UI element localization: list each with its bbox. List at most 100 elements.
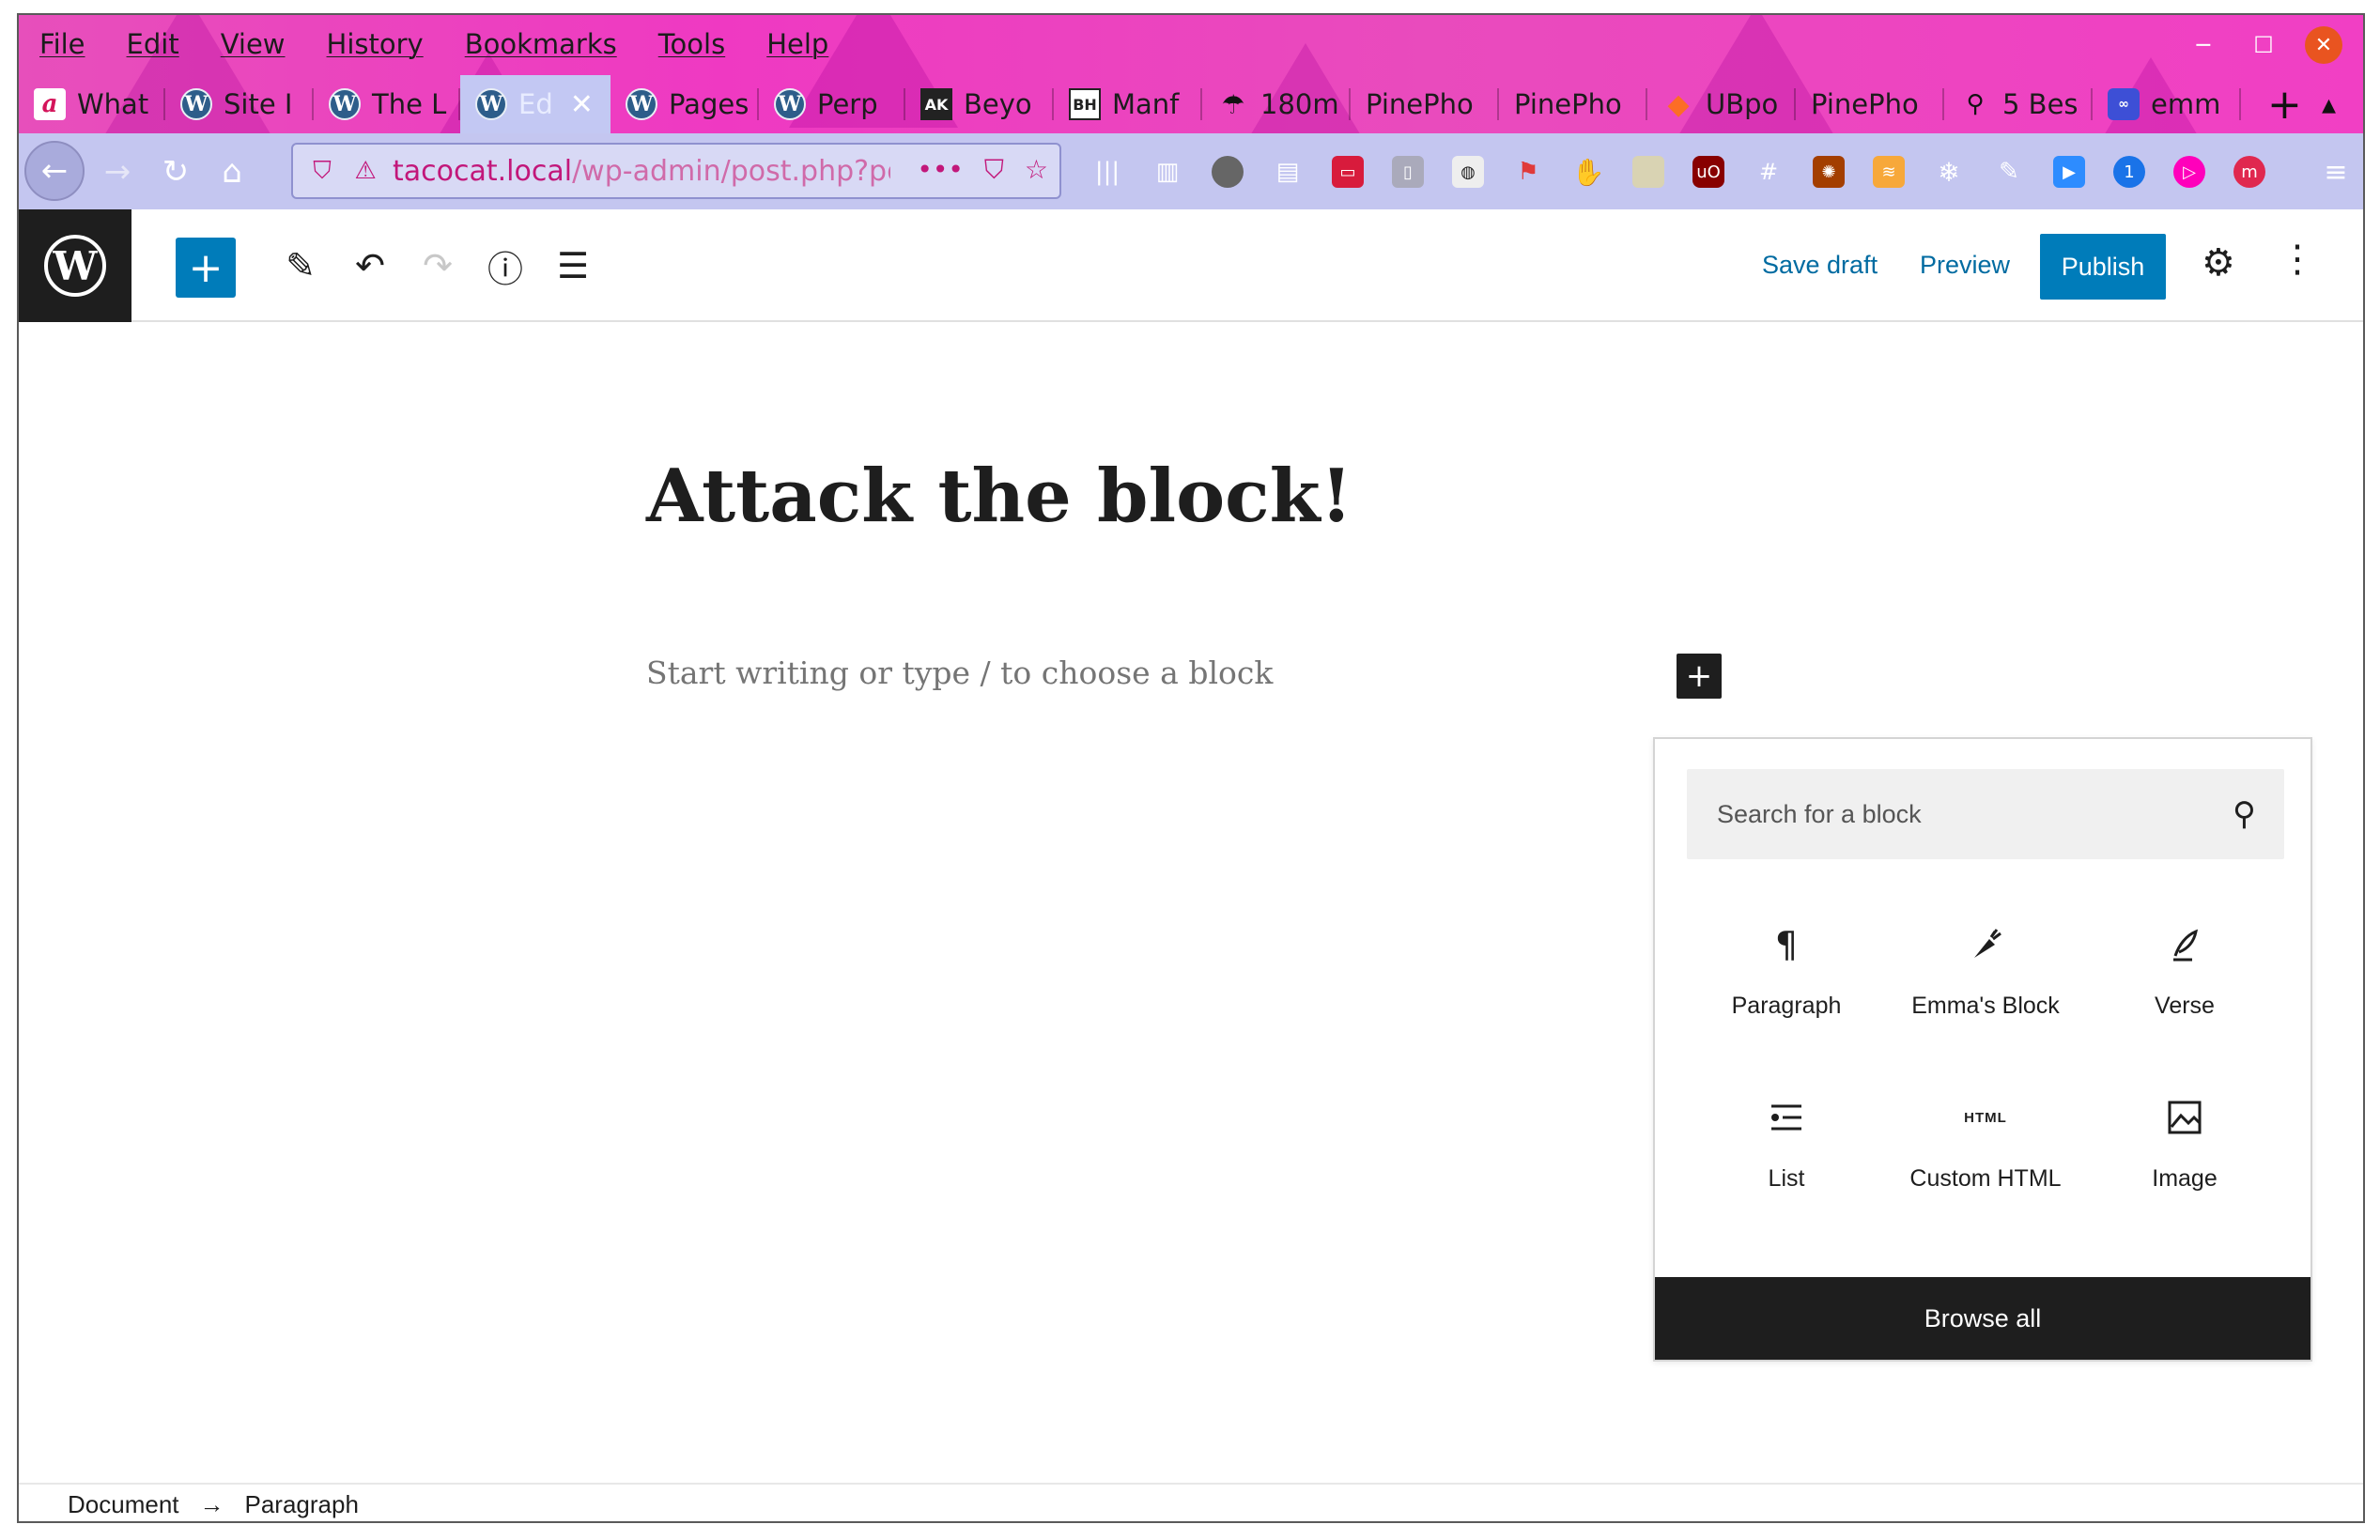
ublock-icon[interactable]: uO: [1692, 156, 1724, 188]
sun-extension-icon[interactable]: ✺: [1813, 156, 1845, 188]
flag-icon[interactable]: ⚑: [1512, 156, 1544, 188]
save-draft-button[interactable]: Save draft: [1762, 251, 1878, 280]
m-extension-icon[interactable]: m: [2233, 156, 2265, 188]
block-search-input[interactable]: [1717, 799, 2224, 829]
tab-label: Ed: [518, 88, 553, 120]
search-icon: ⚲: [2233, 795, 2256, 833]
block-search-field[interactable]: ⚲: [1687, 769, 2284, 859]
edit-tools-icon[interactable]: ✎: [274, 238, 327, 294]
tab[interactable]: W Perp: [759, 75, 905, 133]
menu-view[interactable]: View: [221, 28, 286, 60]
gnome-icon[interactable]: ✋: [1572, 156, 1605, 188]
tab-label: Beyo: [964, 88, 1032, 120]
menu-help[interactable]: Help: [766, 28, 828, 60]
edit-extension-icon[interactable]: ✎: [1993, 156, 2025, 188]
publish-button[interactable]: Publish: [2040, 234, 2166, 300]
editor-toolbar: [131, 209, 2363, 322]
tab[interactable]: PinePho: [1351, 75, 1499, 133]
sidebar-icon[interactable]: ▥: [1151, 156, 1183, 188]
block-paragraph[interactable]: ¶ Paragraph: [1687, 899, 1886, 1071]
post-title[interactable]: Attack the block!: [646, 454, 1352, 539]
undo-icon[interactable]: ↶: [344, 238, 396, 294]
snowflake-icon[interactable]: ❄: [1933, 156, 1965, 188]
browse-all-button[interactable]: Browse all: [1655, 1277, 2310, 1360]
panel-icon[interactable]: [1632, 156, 1664, 188]
ghost-icon[interactable]: ◍: [1452, 156, 1484, 188]
block-inserter-toggle[interactable]: +: [176, 238, 236, 298]
umbrella-icon: ☂: [1221, 88, 1245, 120]
menu-edit[interactable]: Edit: [127, 28, 179, 60]
blog-icon: ∞: [2108, 88, 2140, 120]
tab[interactable]: ⚲ 5 Bes: [1944, 75, 2093, 133]
close-tab-icon[interactable]: ✕: [570, 88, 594, 121]
tab[interactable]: a What: [19, 75, 165, 133]
menu-tools[interactable]: Tools: [658, 28, 725, 60]
tab[interactable]: ∞ emm: [2093, 75, 2241, 133]
play-extension-icon[interactable]: ▷: [2173, 156, 2205, 188]
grid-extension-icon[interactable]: #: [1753, 156, 1785, 188]
bookmark-star-icon[interactable]: ☆: [1025, 154, 1048, 186]
block-inserter-popover: ⚲ ¶ Paragraph Emma's Block Vers: [1653, 737, 2312, 1362]
monitor-badge-icon[interactable]: ▭: [1332, 156, 1364, 188]
close-window-button[interactable]: ✕: [2305, 26, 2342, 64]
menu-bookmarks[interactable]: Bookmarks: [465, 28, 617, 60]
insecure-lock-icon[interactable]: ⚠: [349, 155, 381, 187]
avatar-extension-icon[interactable]: [1212, 156, 1244, 188]
info-icon[interactable]: ⓘ: [479, 238, 532, 294]
tab[interactable]: ☂ 180m: [1202, 75, 1351, 133]
breadcrumb-document[interactable]: Document: [68, 1490, 179, 1519]
tab[interactable]: BH Manf: [1054, 75, 1202, 133]
tab-active[interactable]: W Ed ✕: [460, 75, 610, 133]
back-button[interactable]: ←: [24, 141, 85, 201]
breadcrumb-paragraph[interactable]: Paragraph: [245, 1490, 359, 1519]
private-browsing-icon[interactable]: ▴: [2322, 88, 2336, 121]
preview-button[interactable]: Preview: [1920, 251, 2010, 280]
forward-button[interactable]: →: [92, 146, 143, 197]
tab[interactable]: PinePho: [1499, 75, 1647, 133]
quick-inserter-button[interactable]: +: [1677, 654, 1722, 699]
wordpress-icon: W: [774, 88, 806, 120]
list-view-icon[interactable]: ☰: [547, 238, 599, 294]
home-button[interactable]: ⌂: [207, 146, 257, 197]
notes-icon[interactable]: ▤: [1272, 156, 1304, 188]
redo-icon[interactable]: ↷: [411, 238, 464, 294]
paragraph-placeholder[interactable]: Start writing or type / to choose a bloc…: [646, 654, 1273, 691]
menu-file[interactable]: File: [39, 28, 85, 60]
tab[interactable]: W The L: [314, 75, 460, 133]
minimize-button[interactable]: ─: [2185, 26, 2222, 64]
rss-icon[interactable]: ≋: [1873, 156, 1905, 188]
breadcrumb-separator: →: [199, 1490, 224, 1518]
more-options-icon[interactable]: ⋮: [2279, 238, 2316, 281]
tracking-shield-icon[interactable]: ⛉: [306, 155, 338, 187]
block-emmas-block[interactable]: Emma's Block: [1886, 899, 2085, 1071]
tab-label: PinePho: [1366, 88, 1474, 120]
wordpress-logo-button[interactable]: W: [19, 209, 131, 322]
block-list[interactable]: List: [1687, 1071, 1886, 1244]
tab[interactable]: AK Beyo: [905, 75, 1054, 133]
carrot-icon: [1967, 921, 2004, 968]
tab[interactable]: W Site I: [165, 75, 314, 133]
page-actions-icon[interactable]: •••: [917, 154, 964, 186]
maximize-button[interactable]: ☐: [2245, 26, 2282, 64]
menu-history[interactable]: History: [327, 28, 424, 60]
block-verse[interactable]: Verse: [2085, 899, 2284, 1071]
block-editor: W + ✎ ↶ ↷ ⓘ ☰ Save draft Preview Publish…: [19, 209, 2363, 1521]
ak-icon: AK: [920, 88, 952, 120]
tab[interactable]: W Pages: [610, 75, 759, 133]
reader-icon[interactable]: ▯: [1392, 156, 1424, 188]
new-tab-icon[interactable]: +: [2267, 81, 2302, 129]
url-bar[interactable]: ⛉ ⚠ tacocat.local/wp-admin/post.php?pos …: [291, 143, 1061, 199]
reload-button[interactable]: ↻: [150, 146, 201, 197]
library-icon[interactable]: |||: [1091, 156, 1123, 188]
pocket-icon[interactable]: ⛉: [984, 154, 1004, 186]
settings-gear-icon[interactable]: ⚙: [2202, 241, 2235, 285]
wordpress-icon: W: [44, 235, 106, 297]
hamburger-menu-icon[interactable]: ≡: [2320, 156, 2352, 189]
1password-icon[interactable]: 1: [2113, 156, 2145, 188]
tab[interactable]: PinePho: [1796, 75, 1944, 133]
tab[interactable]: ◆ UBpo: [1647, 75, 1796, 133]
url-text[interactable]: tacocat.local/wp-admin/post.php?pos: [393, 155, 890, 188]
zoom-icon[interactable]: ▶: [2053, 156, 2085, 188]
block-custom-html[interactable]: HTML Custom HTML: [1886, 1071, 2085, 1244]
block-image[interactable]: Image: [2085, 1071, 2284, 1244]
